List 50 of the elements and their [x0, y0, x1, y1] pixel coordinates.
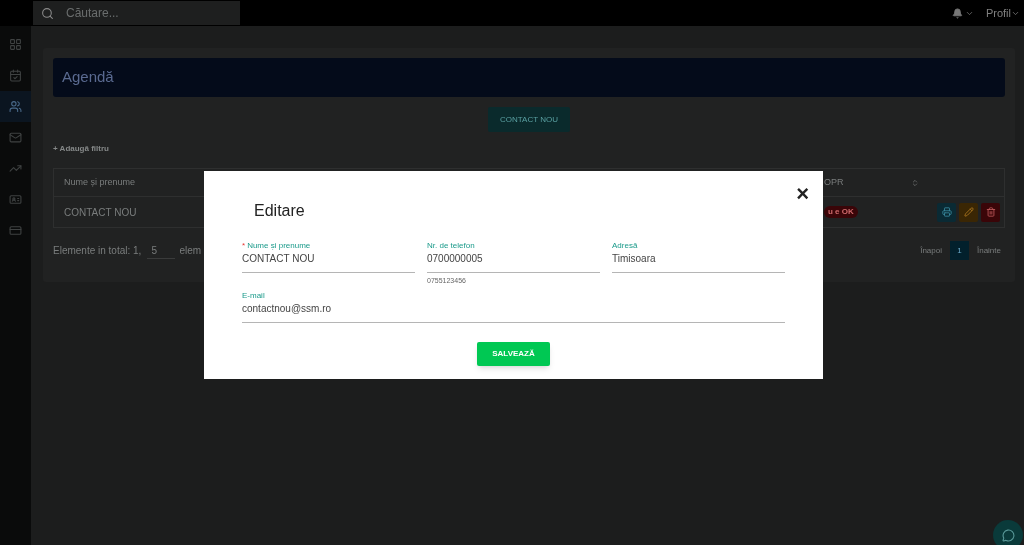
sidebar-item[interactable]: [0, 91, 31, 122]
field-label: Nr. de telefon: [427, 241, 475, 251]
field-label: Nume și prenume: [247, 241, 311, 251]
text-field[interactable]: E-mail contactnou@ssm.ro: [242, 290, 785, 323]
field-label: Adresă: [612, 241, 638, 251]
text-field[interactable]: Nr. de telefon 0700000005: [427, 241, 600, 273]
text-field[interactable]: * Nume și prenume CONTACT NOU: [242, 241, 415, 273]
required-mark: *: [242, 241, 246, 251]
search-icon: [41, 6, 54, 20]
sort-icon[interactable]: [911, 178, 919, 187]
field-value: CONTACT NOU: [242, 252, 316, 266]
bell-icon: [951, 7, 963, 19]
column-header: OPR: [824, 176, 844, 187]
search-field[interactable]: Căutare...: [33, 1, 240, 25]
text-field[interactable]: Adresă Timisoara: [612, 241, 785, 273]
grid-icon: [9, 38, 22, 51]
new-contact-button[interactable]: CONTACT NOU: [488, 107, 570, 132]
page-title: Agendă: [62, 67, 114, 88]
print-button[interactable]: [937, 202, 956, 222]
column-header: Nume și prenume: [64, 176, 136, 187]
total-count: Elemente in total: 1,: [53, 244, 142, 258]
calendar-icon: [9, 69, 22, 82]
mail-icon: [9, 131, 22, 144]
profile-menu[interactable]: Profil: [985, 4, 1020, 22]
page-size-select[interactable]: 5: [147, 242, 176, 259]
field-value: contactnou@ssm.ro: [242, 301, 333, 316]
credit-card-icon: [9, 224, 22, 237]
field-label: E-mail: [242, 290, 265, 301]
table-cell: CONTACT NOU: [64, 206, 137, 218]
notifications-button[interactable]: [951, 7, 974, 19]
users-icon: [9, 100, 22, 113]
field-value: 0700000005: [427, 252, 484, 266]
next-link[interactable]: Înainte: [976, 244, 1001, 257]
close-button[interactable]: ×: [796, 183, 809, 205]
id-card-icon: [9, 193, 22, 206]
field-value: Timisoara: [612, 252, 657, 266]
delete-button[interactable]: [981, 202, 1000, 222]
status-badge: u e OK: [824, 206, 858, 218]
page-button[interactable]: 1: [949, 241, 969, 260]
previous-link[interactable]: Înapoi: [920, 244, 942, 257]
chat-icon: [1001, 528, 1015, 542]
add-filter-link[interactable]: + Adaugă filtru: [53, 143, 1005, 155]
edit-button[interactable]: [959, 202, 978, 222]
chat-button[interactable]: [993, 520, 1023, 545]
trash-icon: [985, 207, 996, 217]
printer-icon: [941, 207, 952, 217]
dialog-title: Editare: [254, 202, 305, 219]
page-size-label: elem: [179, 244, 202, 258]
chart-icon: [9, 162, 22, 175]
pencil-icon: [963, 207, 974, 217]
